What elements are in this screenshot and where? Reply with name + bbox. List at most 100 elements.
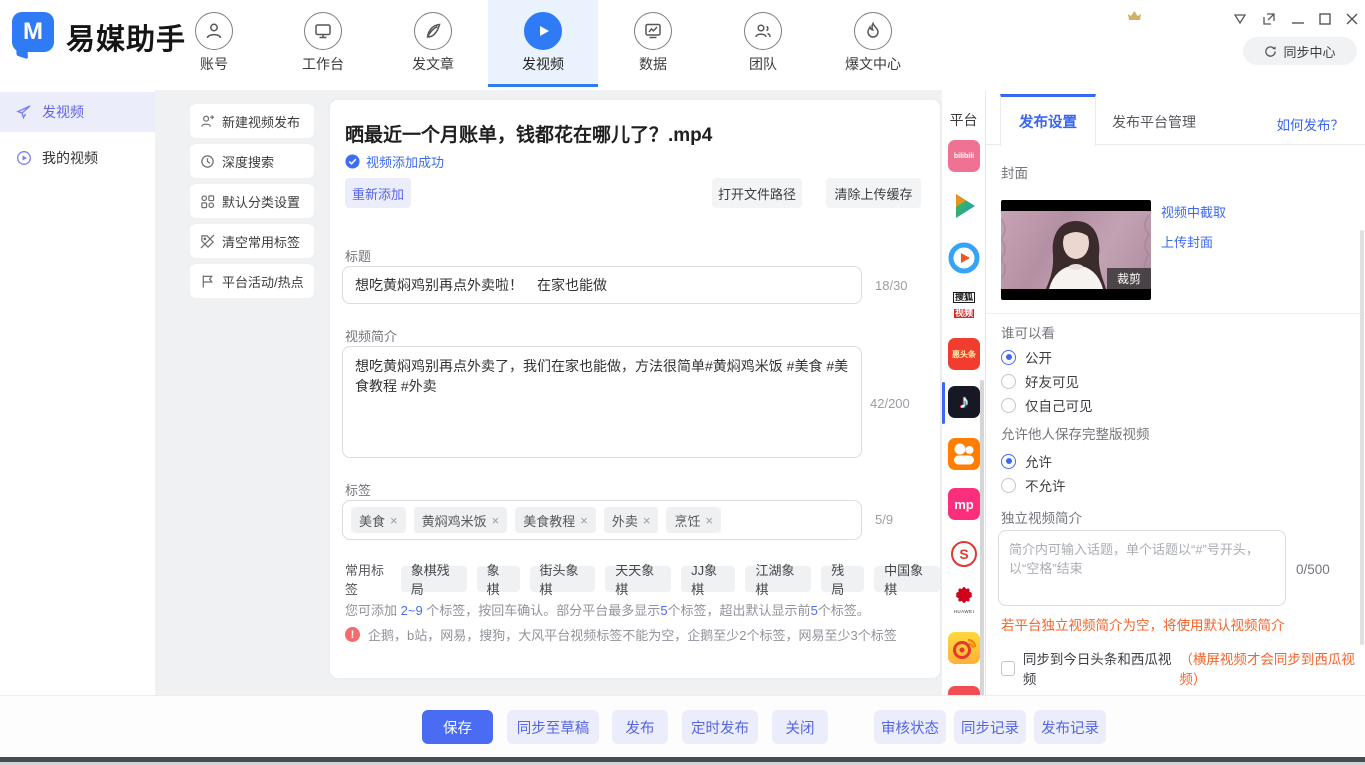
sync-toutiao-checkbox-row[interactable]: 同步到今日头条和西瓜视频（横屏视频才会同步到西瓜视频） [1001,648,1365,688]
settings-panel-scrollbar[interactable] [1360,230,1364,645]
remove-tag-icon[interactable]: × [643,513,651,528]
tags-input-box[interactable]: 美食× 黄焖鸡米饭× 美食教程× 外卖× 烹饪× [342,500,862,540]
platform-activity-button[interactable]: 平台活动/热点 [190,264,314,298]
dropdown-arrow-button[interactable] [1230,10,1250,28]
common-tag[interactable]: 天天象棋 [605,566,671,592]
independent-desc-label: 独立视频简介 [1001,507,1082,527]
tag-pill[interactable]: 黄焖鸡米饭× [414,507,508,533]
common-tag[interactable]: JJ象棋 [681,566,735,592]
allow-save-option-deny[interactable]: 不允许 [1001,475,1066,495]
nav-data[interactable]: 数据 [608,0,698,87]
checkbox-icon[interactable] [1001,661,1015,676]
independent-desc-textarea[interactable] [998,530,1286,606]
minimize-button[interactable] [1288,10,1308,28]
nav-publish-article[interactable]: 发文章 [388,0,478,87]
maximize-button[interactable] [1315,10,1335,28]
screenshot-button[interactable] [1259,10,1279,28]
nav-workbench-label: 工作台 [278,54,368,74]
how-to-publish-link[interactable]: 如何发布？ [1277,114,1345,134]
capture-from-video-link[interactable]: 视频中截取 [1161,202,1226,221]
sync-center-button[interactable]: 同步中心 [1243,37,1357,65]
default-category-settings-button[interactable]: 默认分类设置 [190,184,314,218]
upload-status: 视频添加成功 [345,152,444,171]
visibility-option-friends[interactable]: 好友可见 [1001,371,1079,391]
nav-publish-video-label: 发视频 [488,54,598,74]
tab-publish-settings[interactable]: 发布设置 [1000,94,1096,146]
close-button[interactable] [1342,10,1362,28]
huawei-icon[interactable]: HUAWEI [948,584,980,616]
selected-platform-indicator [942,382,945,424]
upload-cover-link[interactable]: 上传封面 [1161,232,1213,251]
remove-tag-icon[interactable]: × [705,513,713,528]
bilibili-icon[interactable]: bilibili [948,140,980,172]
kuaishou-icon[interactable] [948,438,980,470]
common-tag[interactable]: 江湖象棋 [745,566,811,592]
title-char-count: 18/30 [875,278,908,293]
radio-icon[interactable] [1001,398,1016,413]
clear-common-tags-button[interactable]: 清空常用标签 [190,224,314,258]
common-tag[interactable]: 中国象棋 [874,566,940,592]
radio-selected-icon[interactable] [1001,350,1016,365]
visibility-option-public[interactable]: 公开 [1001,347,1052,367]
app-title: 易媒助手 [66,16,186,58]
visibility-option-private[interactable]: 仅自己可见 [1001,395,1093,415]
radio-icon[interactable] [1001,374,1016,389]
nav-account[interactable]: 账号 [169,0,259,87]
huawei-wordmark: HUAWEI [948,609,980,614]
open-file-path-button[interactable]: 打开文件路径 [712,178,802,208]
visibility-section-label: 谁可以看 [1001,322,1055,342]
deep-search-button[interactable]: 深度搜索 [190,144,314,178]
publish-records-button[interactable]: 发布记录 [1034,710,1106,744]
tag-pill[interactable]: 美食× [351,507,406,533]
remove-tag-icon[interactable]: × [492,513,500,528]
sidebar-item-label: 我的视频 [42,148,98,168]
sync-to-draft-button[interactable]: 同步至草稿 [507,710,599,744]
radio-selected-icon[interactable] [1001,454,1016,469]
nav-publish-video[interactable]: 发视频 [488,0,598,87]
save-button[interactable]: 保存 [422,710,493,744]
crop-badge[interactable]: 裁剪 [1107,268,1151,289]
tag-pill[interactable]: 美食教程× [515,507,596,533]
user-plus-icon [200,114,215,129]
radio-icon[interactable] [1001,478,1016,493]
platform-rail-scrollbar[interactable] [980,380,984,695]
remove-tag-icon[interactable]: × [580,513,588,528]
douyin-icon[interactable]: ♪ [948,386,980,418]
grid-icon [200,194,215,209]
sync-records-button[interactable]: 同步记录 [954,710,1026,744]
partial-platform-icon[interactable] [948,686,980,695]
cover-thumbnail[interactable]: 裁剪 [1001,200,1151,300]
clear-upload-cache-button[interactable]: 清除上传缓存 [826,178,921,208]
nav-hot-center[interactable]: 爆文中心 [828,0,918,87]
common-tag[interactable]: 街头象棋 [530,566,596,592]
toutiao-icon[interactable]: 惠头条 [948,338,980,370]
radio-label: 仅自己可见 [1025,395,1093,415]
haokan-video-icon[interactable] [948,242,980,274]
description-textarea[interactable]: 想吃黄焖鸡别再点外卖了，我们在家也能做，方法很简单#黄焖鸡米饭 #美食 #美食教… [342,346,862,458]
sidebar-item-my-videos[interactable]: 我的视频 [0,138,155,178]
tag-pill[interactable]: 外卖× [604,507,659,533]
sidebar-item-publish-video[interactable]: 发视频 [0,92,155,132]
sohu-video-icon[interactable]: 搜狐 视频 [948,288,980,320]
common-tag[interactable]: 象棋残局 [401,566,467,592]
readd-video-button[interactable]: 重新添加 [345,178,411,208]
review-status-button[interactable]: 审核状态 [874,710,946,744]
schedule-publish-button[interactable]: 定时发布 [682,710,758,744]
remove-tag-icon[interactable]: × [390,513,398,528]
tag-pill[interactable]: 烹饪× [666,507,721,533]
description-field-label: 视频简介 [345,326,397,345]
weibo-icon[interactable] [948,632,980,664]
tab-platform-management[interactable]: 发布平台管理 [1104,100,1204,144]
common-tag[interactable]: 残局 [821,566,864,592]
new-video-publish-button[interactable]: 新建视频发布 [190,104,314,138]
allow-save-option-allow[interactable]: 允许 [1001,451,1052,471]
meipai-icon[interactable]: mp [948,488,980,520]
nav-team[interactable]: 团队 [718,0,808,87]
sogou-icon[interactable]: S [948,538,980,570]
title-input[interactable] [342,266,862,304]
tencent-video-icon[interactable] [948,190,980,222]
close-editor-button[interactable]: 关闭 [772,710,828,744]
publish-button[interactable]: 发布 [612,710,668,744]
common-tag[interactable]: 象棋 [477,566,520,592]
nav-workbench[interactable]: 工作台 [278,0,368,87]
